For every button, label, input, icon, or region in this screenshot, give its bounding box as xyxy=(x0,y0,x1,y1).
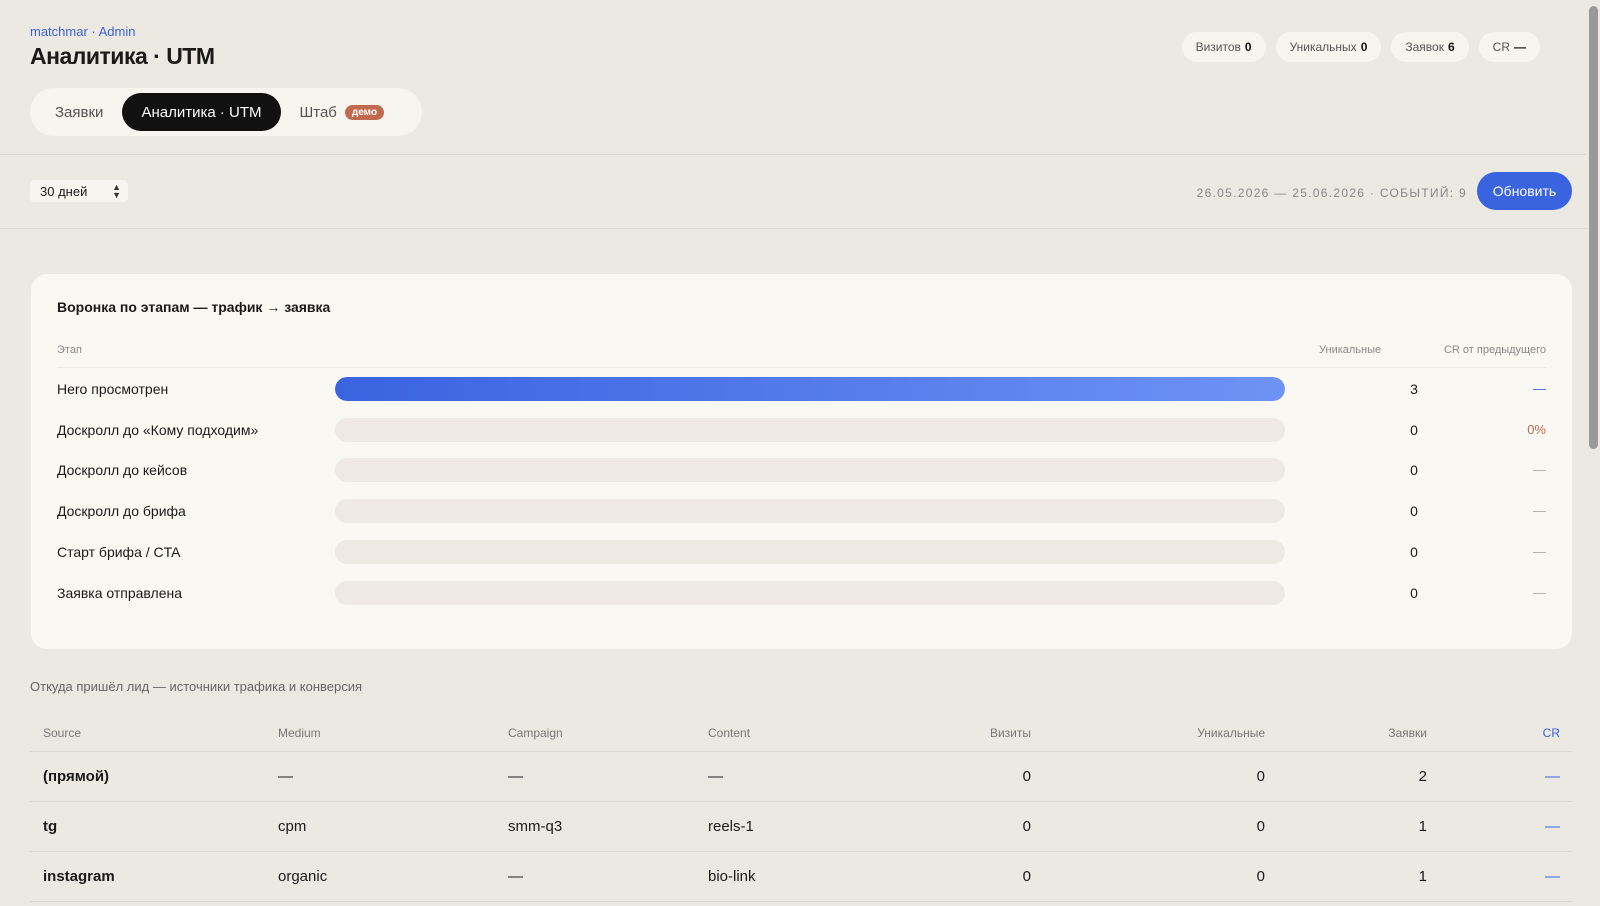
cell-leads: 1 xyxy=(1418,868,1427,885)
cell-visits: 0 xyxy=(1022,768,1031,785)
funnel-col-unique: Уникальные xyxy=(1319,344,1382,356)
col-leads[interactable]: Заявки xyxy=(1388,726,1427,740)
stat-visits: Визитов 0 xyxy=(1181,32,1266,62)
funnel-cr-value: 0% xyxy=(1527,422,1546,437)
period-select-value: 30 дней xyxy=(40,183,88,199)
col-source[interactable]: Source xyxy=(43,726,81,740)
cell-cr: — xyxy=(1545,868,1560,885)
funnel-stage-label: Заявка отправлена xyxy=(57,585,183,601)
stat-unique: Уникальных 0 xyxy=(1275,32,1382,62)
funnel-unique-value: 3 xyxy=(1410,381,1418,397)
cell-visits: 0 xyxy=(1022,818,1031,835)
funnel-unique-value: 0 xyxy=(1410,585,1418,601)
cell-unique: 0 xyxy=(1256,818,1265,835)
cell-source: (прямой) xyxy=(43,768,110,785)
period-select[interactable]: 30 дней ▲ ▼ xyxy=(30,180,128,202)
cell-unique: 0 xyxy=(1256,768,1265,785)
cell-content: — xyxy=(708,768,723,785)
funnel-stage-label: Старт брифа / CTA xyxy=(57,544,181,560)
funnel-stage-label: Доскролл до кейсов xyxy=(57,462,188,478)
funnel-cr-value: — xyxy=(1533,585,1546,600)
funnel-bar-track xyxy=(335,581,1285,605)
table-row[interactable]: tg cpm smm-q3 reels-1 0 0 1 — xyxy=(30,802,1572,852)
table-row[interactable]: instagram organic — bio-link 0 0 1 — xyxy=(30,852,1572,902)
tab-hq-label: Штаб xyxy=(299,103,337,121)
cell-campaign: — xyxy=(508,868,523,885)
sources-title: Откуда пришёл лид — источники трафика и … xyxy=(30,679,363,694)
stat-cr: CR — xyxy=(1478,32,1540,62)
cell-medium: cpm xyxy=(278,818,307,835)
funnel-row: Доскролл до брифа 0 — xyxy=(31,496,1572,526)
funnel-bar-track xyxy=(335,418,1285,442)
funnel-cr-value: — xyxy=(1533,503,1546,518)
page-scrollbar[interactable] xyxy=(1586,0,1600,906)
funnel-unique-value: 0 xyxy=(1410,503,1418,519)
col-visits[interactable]: Визиты xyxy=(990,726,1031,740)
cell-leads: 2 xyxy=(1418,768,1427,785)
cell-leads: 1 xyxy=(1418,818,1427,835)
funnel-cr-value: — xyxy=(1533,544,1546,559)
funnel-unique-value: 0 xyxy=(1410,422,1418,438)
sources-table: Source Medium Campaign Content Визиты Ун… xyxy=(30,712,1572,902)
cell-campaign: smm-q3 xyxy=(508,818,563,835)
cell-content: bio-link xyxy=(708,868,756,885)
cell-cr: — xyxy=(1545,818,1560,835)
funnel-row: Доскролл до кейсов 0 — xyxy=(31,455,1572,485)
cell-medium: — xyxy=(278,768,293,785)
funnel-cr-value: — xyxy=(1533,462,1546,477)
funnel-title: Воронка по этапам — трафик → заявка xyxy=(57,299,331,315)
col-unique[interactable]: Уникальные xyxy=(1197,726,1265,740)
funnel-bar-track xyxy=(335,499,1285,523)
cell-campaign: — xyxy=(508,768,523,785)
funnel-bar-track xyxy=(335,377,1285,401)
refresh-button[interactable]: Обновить xyxy=(1477,172,1572,210)
header: matchmar · Admin Аналитика · UTM Визитов… xyxy=(0,0,1600,155)
toolbar: 30 дней ▲ ▼ 26.05.2026 — 25.06.2026 · СОБ… xyxy=(0,155,1600,229)
funnel-stage-label: Доскролл до «Кому подходим» xyxy=(57,422,259,438)
cell-cr: — xyxy=(1545,768,1560,785)
page-title: Аналитика · UTM xyxy=(30,43,215,69)
cell-unique: 0 xyxy=(1256,868,1265,885)
funnel-card: Воронка по этапам — трафик → заявка Этап… xyxy=(31,274,1572,649)
cell-content: reels-1 xyxy=(708,818,754,835)
tab-hq[interactable]: Штаб демо xyxy=(281,93,404,131)
funnel-bar-track xyxy=(335,458,1285,482)
table-row[interactable]: (прямой) — — — 0 0 2 — xyxy=(30,752,1572,802)
demo-badge: демо xyxy=(344,104,385,120)
funnel-stage-label: Доскролл до брифа xyxy=(57,503,186,519)
funnel-stage-label: Hero просмотрен xyxy=(57,381,169,397)
funnel-row: Старт брифа / CTA 0 — xyxy=(31,537,1572,567)
stats-bar: Визитов 0 Уникальных 0 Заявок 6 CR — xyxy=(1181,32,1540,62)
funnel-unique-value: 0 xyxy=(1410,462,1418,478)
funnel-row: Hero просмотрен 3 — xyxy=(31,374,1572,404)
funnel-divider xyxy=(57,367,1546,368)
cell-visits: 0 xyxy=(1022,868,1031,885)
funnel-cr-value: — xyxy=(1533,381,1546,396)
tab-leads[interactable]: Заявки xyxy=(36,93,122,131)
funnel-bar-fill xyxy=(335,377,1285,401)
funnel-col-cr: CR от предыдущего xyxy=(1443,344,1546,356)
cell-source: instagram xyxy=(43,868,115,885)
chevron-up-down-icon: ▲ ▼ xyxy=(112,182,121,200)
scrollbar-thumb[interactable] xyxy=(1589,6,1598,449)
tab-analytics-utm[interactable]: Аналитика · UTM xyxy=(122,93,281,131)
cell-source: tg xyxy=(43,818,58,835)
sources-table-header: Source Medium Campaign Content Визиты Ун… xyxy=(30,712,1572,752)
col-cr[interactable]: CR xyxy=(1543,726,1560,740)
brand-link[interactable]: matchmar · Admin xyxy=(30,24,135,39)
funnel-row: Доскролл до «Кому подходим» 0 0% xyxy=(31,415,1572,445)
tab-bar: Заявки Аналитика · UTM Штаб демо xyxy=(30,88,422,136)
col-content[interactable]: Content xyxy=(708,726,750,740)
funnel-bar-track xyxy=(335,540,1285,564)
stat-leads: Заявок 6 xyxy=(1391,32,1469,62)
funnel-unique-value: 0 xyxy=(1410,544,1418,560)
funnel-col-stage: Этап xyxy=(57,344,82,356)
date-range-events: 26.05.2026 — 25.06.2026 · СОБЫТИЙ: 9 xyxy=(1196,186,1467,200)
col-campaign[interactable]: Campaign xyxy=(508,726,563,740)
funnel-row: Заявка отправлена 0 — xyxy=(31,578,1572,608)
cell-medium: organic xyxy=(278,868,328,885)
col-medium[interactable]: Medium xyxy=(278,726,321,740)
